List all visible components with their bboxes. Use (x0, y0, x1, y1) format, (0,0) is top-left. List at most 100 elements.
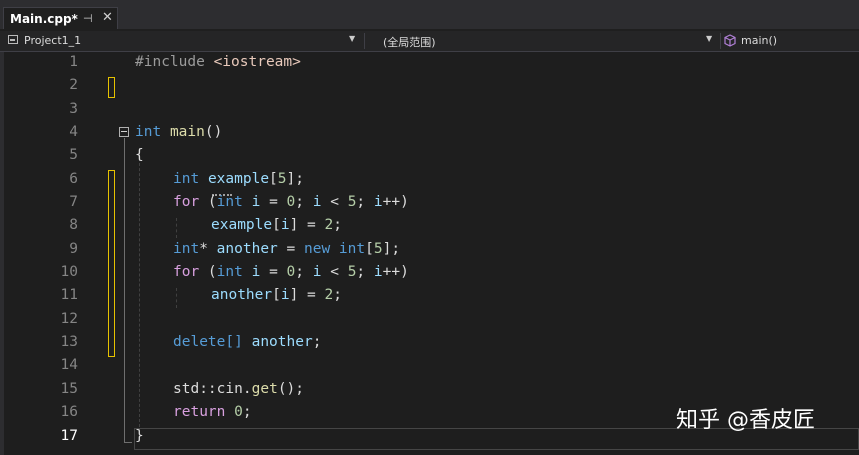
code-line-4: int main() (135, 124, 222, 140)
punctuation: ; (295, 194, 313, 210)
line-number: 1 (69, 54, 78, 70)
punctuation: ( (199, 264, 217, 280)
punctuation: [ (272, 217, 281, 233)
keyword: return (173, 404, 226, 420)
punctuation: [ (269, 171, 278, 187)
punctuation: ]; (382, 241, 401, 257)
line-number: 16 (60, 404, 78, 420)
project-icon (8, 35, 18, 44)
line-number-current: 17 (60, 428, 78, 444)
line-number: 14 (60, 357, 78, 373)
punctuation: . (242, 381, 252, 397)
collapse-icon[interactable] (119, 127, 129, 137)
pin-icon[interactable]: ⊣ (83, 12, 93, 25)
operator: = (260, 194, 287, 210)
scope-dropdown[interactable]: (全局范围) ▼ (366, 31, 720, 50)
code-line-17: } (135, 428, 144, 444)
brace: } (135, 428, 144, 444)
code-editor[interactable]: 1 2 3 4 5 6 7 8 9 10 11 12 13 14 15 16 1… (0, 52, 859, 455)
keyword: delete (173, 334, 226, 350)
chevron-down-icon: ▼ (706, 34, 713, 43)
identifier: another (211, 287, 273, 303)
line-number: 15 (60, 381, 78, 397)
line-number: 9 (69, 241, 78, 257)
document-tab-bar: Main.cpp* ⊣ ✕ (0, 0, 859, 30)
punctuation: ; (356, 194, 374, 210)
code-line-10: for (int i = 0; i < 5; i++) (173, 264, 409, 280)
punctuation: ; (333, 217, 342, 233)
punctuation: ; (312, 334, 322, 350)
operator: * (199, 241, 208, 257)
punctuation: :: (199, 381, 217, 397)
identifier: example (211, 217, 273, 233)
unsaved-change-marker (108, 77, 115, 98)
tab-filename: Main.cpp* (10, 12, 78, 26)
punctuation: ; (242, 404, 252, 420)
method-cube-icon (724, 34, 736, 47)
scope-label: (全局范围) (383, 36, 436, 49)
chevron-down-icon: ▼ (349, 34, 356, 43)
preprocessor-directive: #include (135, 54, 205, 70)
divider (364, 33, 365, 49)
number-literal: 5 (373, 241, 383, 257)
punctuation: ] = (289, 287, 325, 303)
identifier: i (373, 194, 383, 210)
punctuation: ++) (382, 194, 409, 210)
code-line-16: return 0; (173, 404, 252, 420)
close-icon[interactable]: ✕ (102, 10, 113, 25)
identifier: cin (216, 381, 243, 397)
code-line-11: another[i] = 2; (211, 287, 342, 303)
fold-line-end (124, 442, 132, 443)
function-name: get (251, 381, 278, 397)
function-name: main (169, 124, 205, 140)
number-literal: 0 (234, 404, 243, 420)
project-dropdown[interactable]: Project1_1 ▼ (0, 31, 363, 50)
line-number: 3 (69, 101, 78, 117)
line-number: 4 (69, 124, 78, 140)
tab-main-cpp[interactable]: Main.cpp* ⊣ ✕ (3, 7, 118, 30)
line-number: 10 (60, 264, 78, 280)
line-number: 11 (60, 287, 78, 303)
keyword: int (216, 194, 243, 210)
keyword: int (173, 171, 200, 187)
indent-guide (176, 288, 177, 308)
keyword: for (173, 264, 200, 280)
number-literal: 5 (277, 171, 287, 187)
punctuation: (); (277, 381, 305, 397)
indent-guide (176, 218, 177, 238)
code-line-6: int example[5]; (173, 171, 304, 187)
code-line-15: std::cin.get(); (173, 381, 304, 397)
identifier: i (280, 287, 290, 303)
operator: = (260, 264, 287, 280)
punctuation: ]; (286, 171, 304, 187)
keyword: int (173, 241, 200, 257)
code-line-9: int* another = new int[5]; (173, 241, 400, 257)
code-line-1: #include <iostream> (135, 54, 301, 70)
line-number: 12 (60, 311, 78, 327)
number-literal: 2 (324, 287, 334, 303)
line-number: 2 (69, 77, 78, 93)
identifier: i (280, 217, 290, 233)
project-label: Project1_1 (24, 34, 82, 47)
line-number: 7 (69, 194, 78, 210)
punctuation: ++) (382, 264, 409, 280)
line-number: 8 (69, 217, 78, 233)
code-line-8: example[i] = 2; (211, 217, 342, 233)
operator: < (321, 194, 348, 210)
indent-guide (139, 148, 140, 432)
punctuation: [ (365, 241, 374, 257)
punctuation: ; (295, 264, 313, 280)
member-dropdown[interactable]: main() (722, 31, 859, 50)
number-literal: 2 (324, 217, 334, 233)
punctuation: [ (272, 287, 281, 303)
punctuation: ; (356, 264, 374, 280)
number-literal: 0 (286, 264, 296, 280)
fold-line (124, 138, 125, 442)
keyword: for (173, 194, 200, 210)
identifier: i (373, 264, 383, 280)
line-number: 13 (60, 334, 78, 350)
punctuation: ] = (289, 217, 325, 233)
keyword: new (303, 241, 331, 257)
identifier: another (216, 241, 278, 257)
operator: < (321, 264, 348, 280)
